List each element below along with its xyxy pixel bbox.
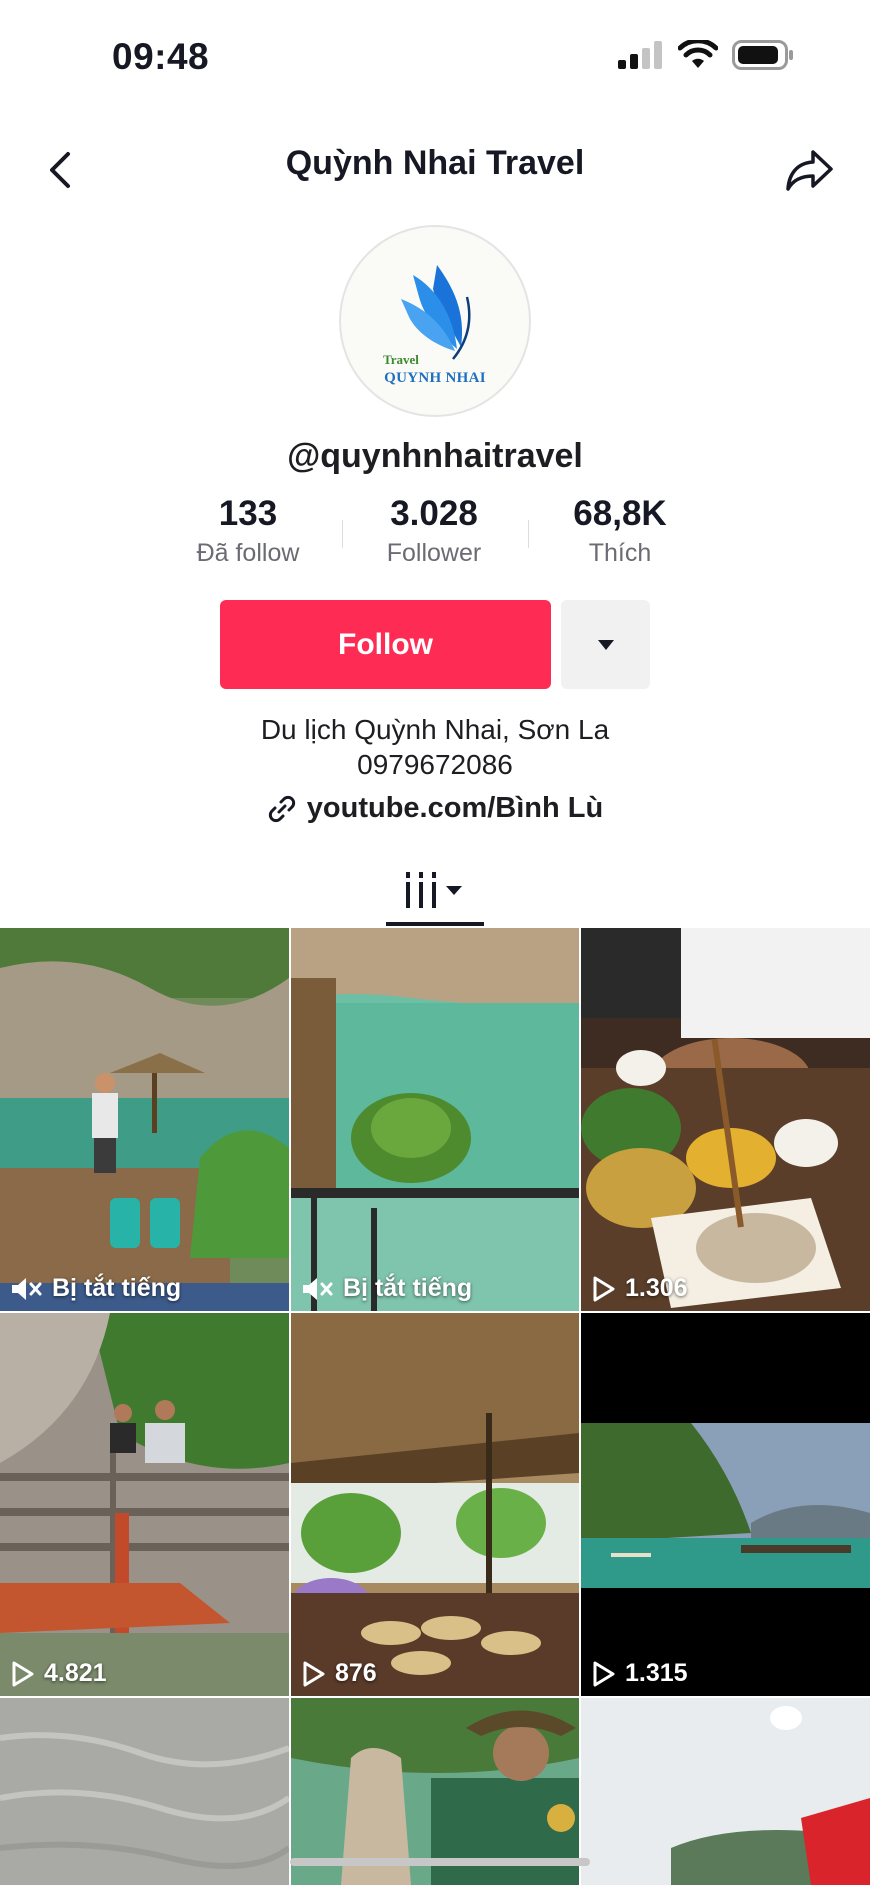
video-overlay: 1.315: [591, 1659, 688, 1688]
video-overlay-text: Bị tắt tiếng: [52, 1274, 182, 1302]
video-thumbnail[interactable]: 1.315: [581, 1313, 870, 1696]
video-view-count: 876: [335, 1659, 377, 1687]
video-thumbnail[interactable]: Bị tắt tiếng: [291, 928, 579, 1311]
share-icon: [786, 150, 833, 191]
video-thumbnail-image: [291, 1313, 579, 1696]
avatar[interactable]: Travel QUYNH NHAI: [339, 225, 531, 417]
bio-line: Du lịch Quỳnh Nhai, Sơn La: [260, 714, 610, 745]
battery-icon: [732, 40, 793, 70]
logo-text-quynh-nhai: QUYNH NHAI: [384, 370, 486, 386]
follow-button[interactable]: Follow: [220, 600, 551, 689]
video-thumbnail-image: [581, 928, 870, 1311]
status-bar: 09:48: [0, 0, 870, 120]
stat-followers-label: Follower: [386, 539, 482, 567]
video-view-count: 1.315: [625, 1659, 688, 1687]
username: @quynhnhaitravel: [287, 437, 583, 475]
profile-bio: Du lịch Quỳnh Nhai, Sơn La 0979672086: [0, 712, 870, 782]
video-grid: Bị tắt tiếng Bị tắt tiếng 1.306 4.821 87…: [0, 928, 870, 1885]
content-tab-bar: [0, 860, 870, 928]
tab-active-indicator: [386, 922, 484, 926]
video-view-count: 1.306: [625, 1274, 688, 1302]
grid-icon: [406, 872, 436, 908]
share-button[interactable]: [778, 138, 842, 202]
video-overlay-text: Bị tắt tiếng: [343, 1274, 473, 1302]
wifi-icon: [678, 40, 718, 68]
video-overlay: 1.306: [591, 1274, 688, 1303]
video-thumbnail-image: [581, 1698, 870, 1885]
video-thumbnail[interactable]: 4.821: [0, 1313, 289, 1696]
video-thumbnail-image: [581, 1313, 870, 1696]
video-thumbnail[interactable]: [0, 1698, 289, 1885]
suggested-accounts-button[interactable]: [561, 600, 650, 689]
status-icons: [618, 40, 794, 70]
play-icon: [593, 1276, 615, 1301]
stat-following[interactable]: 133 Đã follow: [158, 493, 338, 568]
stat-followers-value: 3.028: [390, 494, 478, 533]
video-overlay: 876: [301, 1659, 377, 1688]
stat-following-value: 133: [218, 494, 278, 533]
play-icon: [303, 1661, 325, 1686]
signal-icon: [618, 41, 662, 69]
video-view-count: 4.821: [44, 1659, 107, 1687]
stats-divider: [528, 520, 529, 548]
video-thumbnail-image: [0, 1313, 289, 1696]
play-icon: [12, 1661, 34, 1686]
bio-phone: 0979672086: [357, 749, 513, 780]
video-overlay: 4.821: [10, 1659, 107, 1688]
video-overlay: Bị tắt tiếng: [10, 1274, 181, 1303]
home-indicator: [290, 1858, 590, 1866]
caret-down-icon: [597, 639, 614, 650]
stat-likes-value: 68,8K: [573, 494, 667, 533]
caret-down-icon: [446, 886, 462, 895]
link-icon: [268, 795, 295, 822]
muted-speaker-icon: [12, 1277, 42, 1300]
play-icon: [593, 1661, 615, 1686]
muted-speaker-icon: [303, 1277, 333, 1300]
logo-text-travel: Travel: [383, 352, 419, 367]
page-title: Quỳnh Nhai Travel: [285, 144, 585, 182]
video-thumbnail[interactable]: [291, 1698, 579, 1885]
video-thumbnail[interactable]: 876: [291, 1313, 579, 1696]
stat-following-label: Đã follow: [196, 539, 300, 567]
profile-link[interactable]: youtube.com/Bình Lù: [0, 792, 870, 825]
video-thumbnail-image: [291, 1698, 579, 1885]
video-thumbnail-image: [291, 928, 579, 1311]
nav-bar: Quỳnh Nhai Travel: [0, 128, 870, 208]
video-thumbnail[interactable]: [581, 1698, 870, 1885]
profile-stats: 133 Đã follow 3.028 Follower 68,8K Thích: [0, 493, 870, 573]
stats-divider: [342, 520, 343, 548]
tab-videos[interactable]: [403, 870, 463, 910]
video-overlay: Bị tắt tiếng: [301, 1274, 472, 1303]
profile-link-text: youtube.com/Bình Lù: [306, 792, 604, 824]
stat-likes-label: Thích: [588, 539, 652, 567]
stat-followers[interactable]: 3.028 Follower: [344, 493, 524, 568]
status-time: 09:48: [112, 36, 210, 77]
video-thumbnail[interactable]: 1.306: [581, 928, 870, 1311]
video-thumbnail[interactable]: Bị tắt tiếng: [0, 928, 289, 1311]
video-thumbnail-image: [0, 1698, 289, 1885]
video-thumbnail-image: [0, 928, 289, 1311]
stat-likes[interactable]: 68,8K Thích: [530, 493, 710, 568]
